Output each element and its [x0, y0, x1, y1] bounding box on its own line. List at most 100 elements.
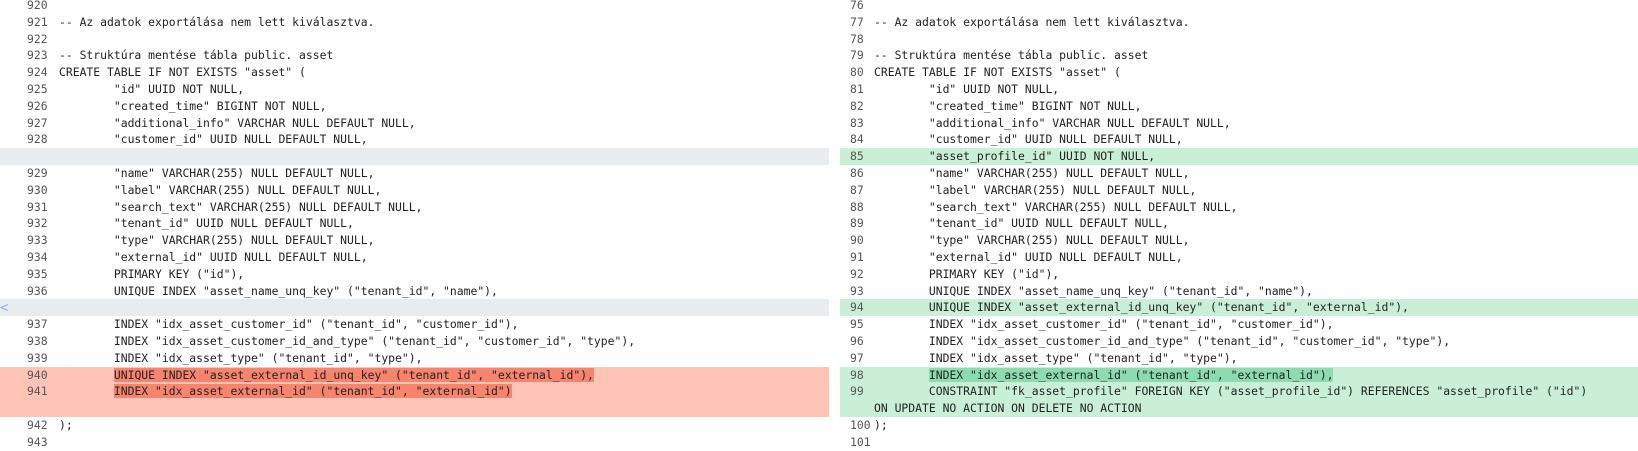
code-line: 77 -- Az adatok exportálása nem lett kivá…: [840, 14, 1638, 31]
line-number: 95: [850, 317, 864, 332]
line-number: 89: [850, 216, 864, 231]
line-number: 78: [850, 31, 864, 46]
code-text-wrapped: ON UPDATE NO ACTION ON DELETE NO ACTION: [874, 401, 1142, 416]
code-line: 82 "created_time" BIGINT NOT NULL,: [840, 98, 1638, 115]
added-line: 99 CONSTRAINT "fk_asset_profile" FOREIGN…: [840, 383, 1638, 417]
line-number: 936: [27, 283, 48, 298]
diff-placeholder-line: [0, 299, 829, 317]
code-text: CONSTRAINT "fk_asset_profile" FOREIGN KE…: [874, 384, 1588, 399]
line-number: 925: [27, 81, 48, 96]
line-number: 928: [27, 132, 48, 147]
line-number: 98: [850, 367, 864, 382]
line-number: 90: [850, 233, 864, 248]
chevron-left-icon[interactable]: <: [0, 300, 8, 316]
code-line: 933 "type" VARCHAR(255) NULL DEFAULT NUL…: [0, 232, 829, 249]
line-number: 83: [850, 115, 864, 130]
code-line: 926 "created_time" BIGINT NOT NULL,: [0, 98, 829, 115]
code-line: 90 "type" VARCHAR(255) NULL DEFAULT NULL…: [840, 232, 1638, 249]
code-text: "additional_info" VARCHAR NULL DEFAULT N…: [59, 115, 416, 130]
code-text: "name" VARCHAR(255) NULL DEFAULT NULL,: [874, 165, 1190, 180]
line-number: 924: [27, 65, 48, 80]
line-number: 927: [27, 115, 48, 130]
line-number: 96: [850, 333, 864, 348]
code-line: 937 INDEX "idx_asset_customer_id" ("tena…: [0, 316, 829, 333]
code-text: CREATE TABLE IF NOT EXISTS "asset" (: [874, 65, 1121, 80]
line-number: 932: [27, 216, 48, 231]
code-text: "tenant_id" UUID NULL DEFAULT NULL,: [59, 216, 354, 231]
line-number: 941: [27, 384, 48, 399]
code-line: 89 "tenant_id" UUID NULL DEFAULT NULL,: [840, 215, 1638, 232]
code-line: 938 INDEX "idx_asset_customer_id_and_typ…: [0, 333, 829, 350]
code-line: 921 -- Az adatok exportálása nem lett kiv…: [0, 14, 829, 31]
line-number: 939: [27, 350, 48, 365]
code-line: 80 CREATE TABLE IF NOT EXISTS "asset" (: [840, 64, 1638, 81]
code-line: 929 "name" VARCHAR(255) NULL DEFAULT NUL…: [0, 165, 829, 182]
code-text: INDEX "idx_asset_type" ("tenant_id", "ty…: [874, 350, 1238, 365]
line-number: 77: [850, 14, 864, 29]
added-line: 85 "asset_profile_id" UUID NOT NULL,: [840, 148, 1638, 165]
line-number: 942: [27, 417, 48, 432]
line-number: 87: [850, 182, 864, 197]
code-text: "tenant_id" UUID NULL DEFAULT NULL,: [874, 216, 1169, 231]
code-text: "label" VARCHAR(255) NULL DEFAULT NULL,: [874, 182, 1197, 197]
code-text: "external_id" UUID NULL DEFAULT NULL,: [59, 249, 368, 264]
code-line: 942);: [0, 417, 829, 434]
code-line: 943: [0, 434, 829, 451]
deleted-line: 940 UNIQUE INDEX "asset_external_id_unq_…: [0, 366, 829, 384]
line-number: 88: [850, 199, 864, 214]
code-text: "created_time" BIGINT NOT NULL,: [59, 98, 327, 113]
code-text: -- Az adatok exportálása nem lett kivála…: [874, 14, 1190, 29]
added-line: 94 UNIQUE INDEX "asset_external_id_unq_k…: [840, 299, 1638, 317]
code-text: "name" VARCHAR(255) NULL DEFAULT NULL,: [59, 165, 375, 180]
diff-placeholder-line: [0, 148, 829, 165]
line-number: 937: [27, 317, 48, 332]
line-number: 929: [27, 165, 48, 180]
code-text: "label" VARCHAR(255) NULL DEFAULT NULL,: [59, 182, 382, 197]
code-line: 927 "additional_info" VARCHAR NULL DEFAU…: [0, 115, 829, 132]
code-line: 92 PRIMARY KEY ("id"),: [840, 266, 1638, 283]
code-line: 79 -- Struktúra mentése tábla public. ass…: [840, 47, 1638, 64]
line-number: 935: [27, 266, 48, 281]
line-number: 99: [850, 384, 864, 399]
code-text: "type" VARCHAR(255) NULL DEFAULT NULL,: [874, 233, 1190, 248]
code-line: 932 "tenant_id" UUID NULL DEFAULT NULL,: [0, 215, 829, 232]
line-number: 920: [27, 0, 48, 12]
line-number: 921: [27, 14, 48, 29]
line-number: 101: [850, 434, 871, 449]
line-number: 930: [27, 182, 48, 197]
code-text: "customer_id" UUID NULL DEFAULT NULL,: [874, 132, 1183, 147]
code-line: 939 INDEX "idx_asset_type" ("tenant_id",…: [0, 350, 829, 367]
code-line: 934 "external_id" UUID NULL DEFAULT NULL…: [0, 249, 829, 266]
code-line: 920: [0, 0, 829, 14]
code-text: "type" VARCHAR(255) NULL DEFAULT NULL,: [59, 233, 375, 248]
code-text: INDEX "idx_asset_customer_id_and_type" (…: [59, 333, 636, 348]
code-text: );: [59, 417, 73, 432]
deleted-text: INDEX "idx_asset_external_id" ("tenant_i…: [113, 384, 512, 399]
right-diff-pane[interactable]: 76 77 -- Az adatok exportálása nem lett k…: [840, 0, 1638, 451]
line-number: 100: [850, 417, 871, 432]
code-text: );: [874, 417, 888, 432]
code-line: 86 "name" VARCHAR(255) NULL DEFAULT NULL…: [840, 165, 1638, 182]
line-number: 79: [850, 48, 864, 63]
code-text: "id" UUID NOT NULL,: [59, 81, 245, 96]
code-line: 100);: [840, 417, 1638, 434]
line-number: 81: [850, 81, 864, 96]
line-number: 85: [850, 149, 864, 164]
code-text: "search_text" VARCHAR(255) NULL DEFAULT …: [59, 199, 423, 214]
line-number: 86: [850, 165, 864, 180]
line-number: 93: [850, 283, 864, 298]
added-line: 98 INDEX "idx_asset_external_id" ("tenan…: [840, 366, 1638, 384]
line-number: 97: [850, 350, 864, 365]
code-line: 930 "label" VARCHAR(255) NULL DEFAULT NU…: [0, 182, 829, 199]
code-text: "additional_info" VARCHAR NULL DEFAULT N…: [874, 115, 1231, 130]
code-line: 91 "external_id" UUID NULL DEFAULT NULL,: [840, 249, 1638, 266]
left-diff-pane[interactable]: 920 921 -- Az adatok exportálása nem lett…: [0, 0, 829, 451]
code-line: 96 INDEX "idx_asset_customer_id_and_type…: [840, 333, 1638, 350]
line-number: 940: [27, 367, 48, 382]
line-number: 922: [27, 31, 48, 46]
code-line: 78: [840, 31, 1638, 48]
code-line: 83 "additional_info" VARCHAR NULL DEFAUL…: [840, 115, 1638, 132]
code-text: "asset_profile_id" UUID NOT NULL,: [874, 149, 1156, 164]
code-line: 924 CREATE TABLE IF NOT EXISTS "asset" (: [0, 64, 829, 81]
